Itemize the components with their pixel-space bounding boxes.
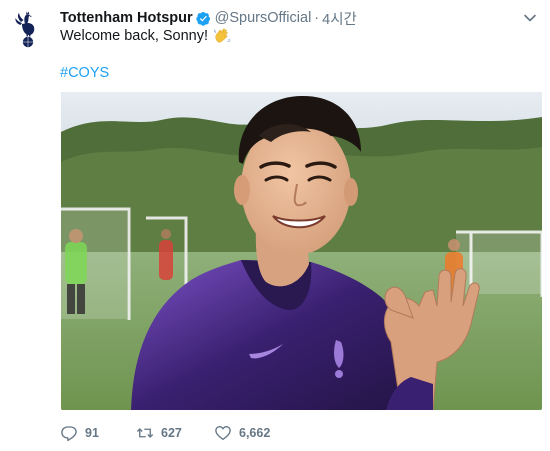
tweet-card: Tottenham Hotspur @SpursOfficial · 4시간 W… xyxy=(0,0,550,451)
retweet-count: 627 xyxy=(161,426,182,440)
avatar[interactable] xyxy=(12,10,44,50)
reply-button[interactable]: 91 xyxy=(60,424,136,442)
tweet-photo[interactable] xyxy=(61,92,542,410)
timestamp[interactable]: 4시간 xyxy=(322,8,357,29)
verified-badge-icon xyxy=(195,11,211,26)
like-button[interactable]: 6,662 xyxy=(214,424,304,442)
reply-icon xyxy=(61,426,77,442)
tweet-text-content: Welcome back, Sonny! xyxy=(60,28,209,44)
waving-hand-icon xyxy=(213,27,231,45)
reply-count: 91 xyxy=(85,426,99,440)
like-count: 6,662 xyxy=(239,426,271,440)
hashtag-link[interactable]: #COYS xyxy=(60,65,109,81)
tweet-header: Tottenham Hotspur @SpursOfficial · 4시간 xyxy=(60,8,510,28)
separator-dot: · xyxy=(314,10,320,26)
heart-icon xyxy=(215,426,231,441)
tweet-actions: 91 627 6,662 xyxy=(60,422,304,444)
photo-image xyxy=(61,92,542,410)
chevron-down-icon[interactable] xyxy=(522,10,538,26)
spurs-logo-icon xyxy=(15,11,35,48)
author-handle[interactable]: @SpursOfficial xyxy=(215,10,312,26)
tweet-text: Welcome back, Sonny! xyxy=(60,27,231,45)
retweet-button[interactable]: 627 xyxy=(136,424,214,442)
retweet-icon xyxy=(136,428,154,438)
author-name[interactable]: Tottenham Hotspur xyxy=(60,10,193,26)
